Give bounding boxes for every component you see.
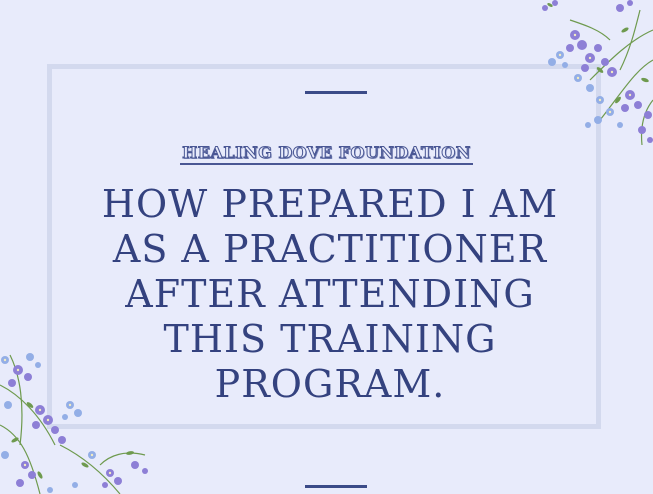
organization-name-text: HEALING DOVE FOUNDATION — [180, 143, 473, 165]
floral-corner-bottom-left — [0, 353, 148, 494]
top-divider — [305, 91, 367, 94]
bottom-divider — [305, 485, 367, 488]
headline-line-2: AS A PRACTITIONER — [112, 227, 548, 271]
headline-line-3: AFTER ATTENDING — [125, 272, 535, 316]
floral-corner-top-right — [542, 0, 653, 146]
headline-line-1: HOW PREPARED I AM — [101, 182, 559, 226]
